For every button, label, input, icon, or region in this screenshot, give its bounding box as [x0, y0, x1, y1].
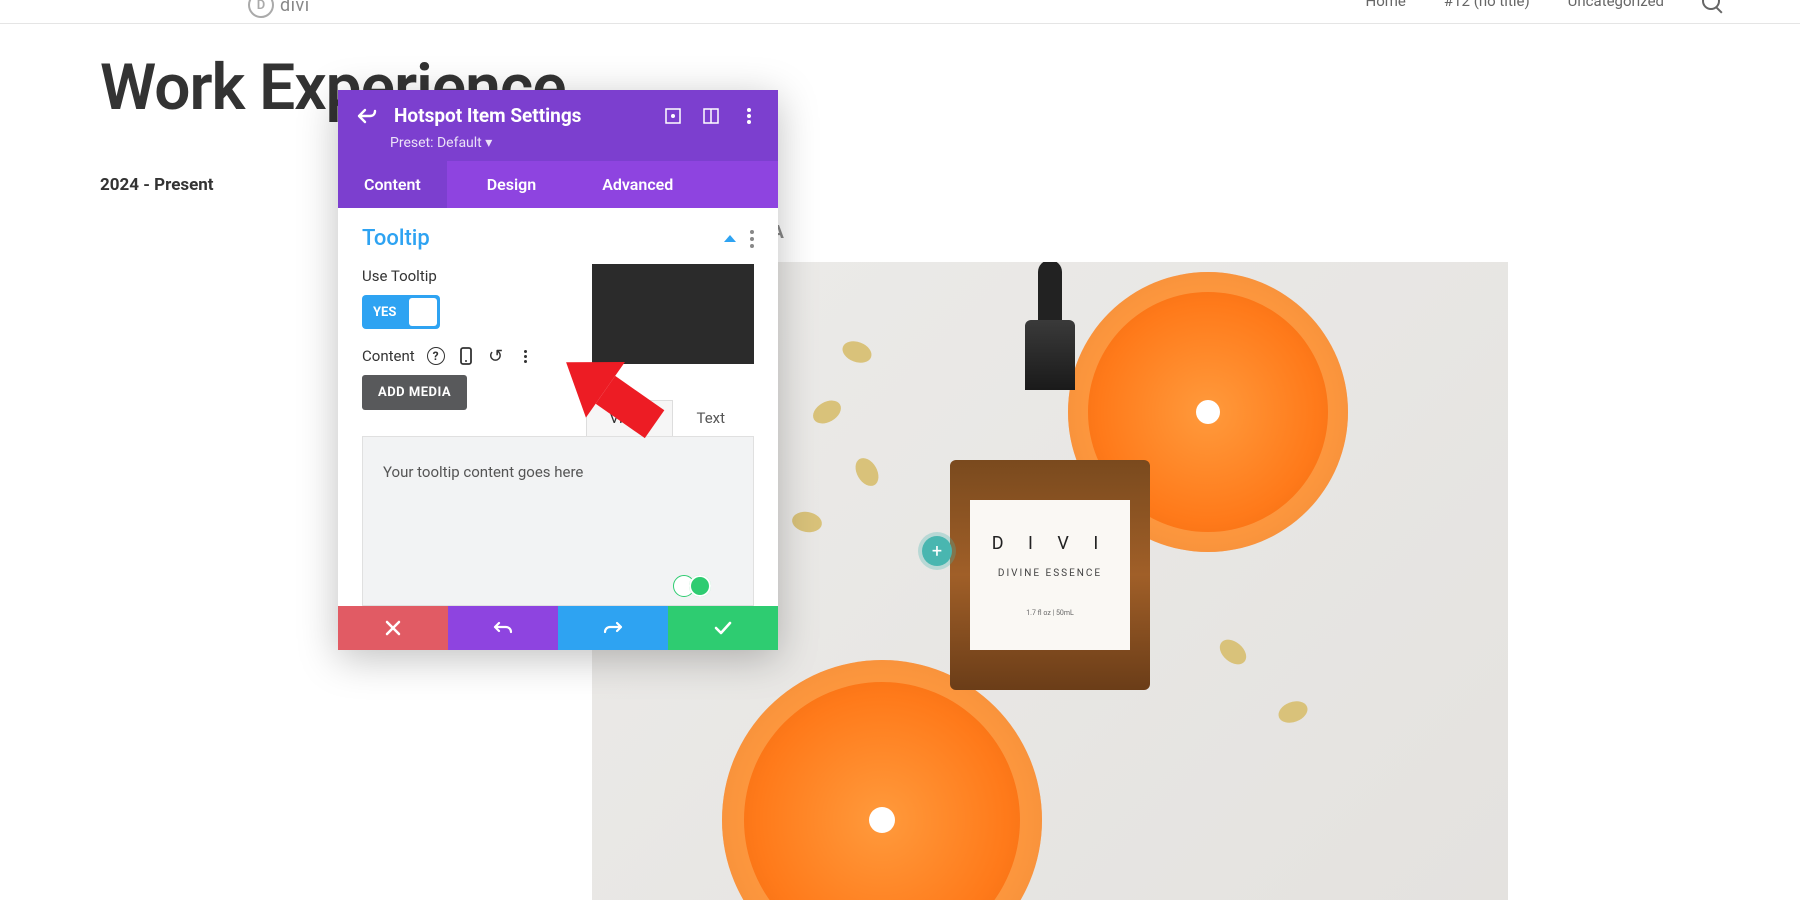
preset-selector[interactable]: Preset: Default ▾ [390, 135, 760, 151]
product-size: 1.7 fl oz | 50mL [1026, 609, 1074, 617]
settings-tabs: Content Design Advanced [338, 161, 778, 208]
toggle-value: YES [373, 305, 396, 320]
product-bottle: D I V I DIVINE ESSENCE 1.7 fl oz | 50mL [950, 370, 1150, 690]
section-tooltip-title[interactable]: Tooltip [362, 226, 724, 251]
expand-icon[interactable] [662, 105, 684, 127]
tab-advanced[interactable]: Advanced [576, 161, 699, 208]
product-brand: D I V I [992, 533, 1108, 554]
add-media-button[interactable]: ADD MEDIA [362, 375, 467, 410]
confirm-button[interactable] [668, 606, 778, 650]
top-nav: Home #12 (no title) Uncategorized [1366, 0, 1721, 10]
brand-logo[interactable]: D divi [248, 0, 310, 18]
more-options-icon[interactable] [738, 105, 760, 127]
undo-button[interactable] [448, 606, 558, 650]
editor-tab-text[interactable]: Text [673, 400, 748, 436]
editor-placeholder-text: Your tooltip content goes here [383, 463, 583, 481]
use-tooltip-toggle[interactable]: YES [362, 295, 440, 329]
editor-status-pills[interactable] [673, 575, 711, 597]
brand-name: divi [280, 0, 310, 16]
hotspot-settings-modal: Hotspot Item Settings Preset: Default ▾ … [338, 90, 778, 650]
modal-title: Hotspot Item Settings [394, 104, 646, 127]
product-tagline: DIVINE ESSENCE [998, 568, 1102, 579]
redo-button[interactable] [558, 606, 668, 650]
search-icon[interactable] [1702, 0, 1720, 10]
cancel-button[interactable] [338, 606, 448, 650]
logo-icon: D [248, 0, 274, 18]
hotspot-marker[interactable]: + [922, 536, 952, 566]
collapse-icon[interactable] [724, 235, 736, 242]
content-field-label: Content [362, 347, 415, 365]
orange-slice-decor [722, 660, 1042, 900]
tab-content[interactable]: Content [338, 161, 447, 208]
back-arrow-icon[interactable] [356, 105, 378, 127]
toggle-knob [409, 298, 437, 326]
dark-tooltip-preview [592, 264, 754, 364]
responsive-icon[interactable] [457, 347, 475, 365]
nav-home[interactable]: Home [1366, 0, 1406, 10]
split-view-icon[interactable] [700, 105, 722, 127]
reset-icon[interactable]: ↺ [487, 347, 505, 365]
nav-item-3[interactable]: Uncategorized [1568, 0, 1664, 10]
help-icon[interactable]: ? [427, 347, 445, 365]
section-menu-icon[interactable] [750, 230, 754, 248]
tooltip-content-editor[interactable]: Your tooltip content goes here [362, 436, 754, 606]
tab-design[interactable]: Design [461, 161, 562, 208]
field-menu-icon[interactable] [517, 347, 535, 365]
nav-item-2[interactable]: #12 (no title) [1444, 0, 1530, 10]
